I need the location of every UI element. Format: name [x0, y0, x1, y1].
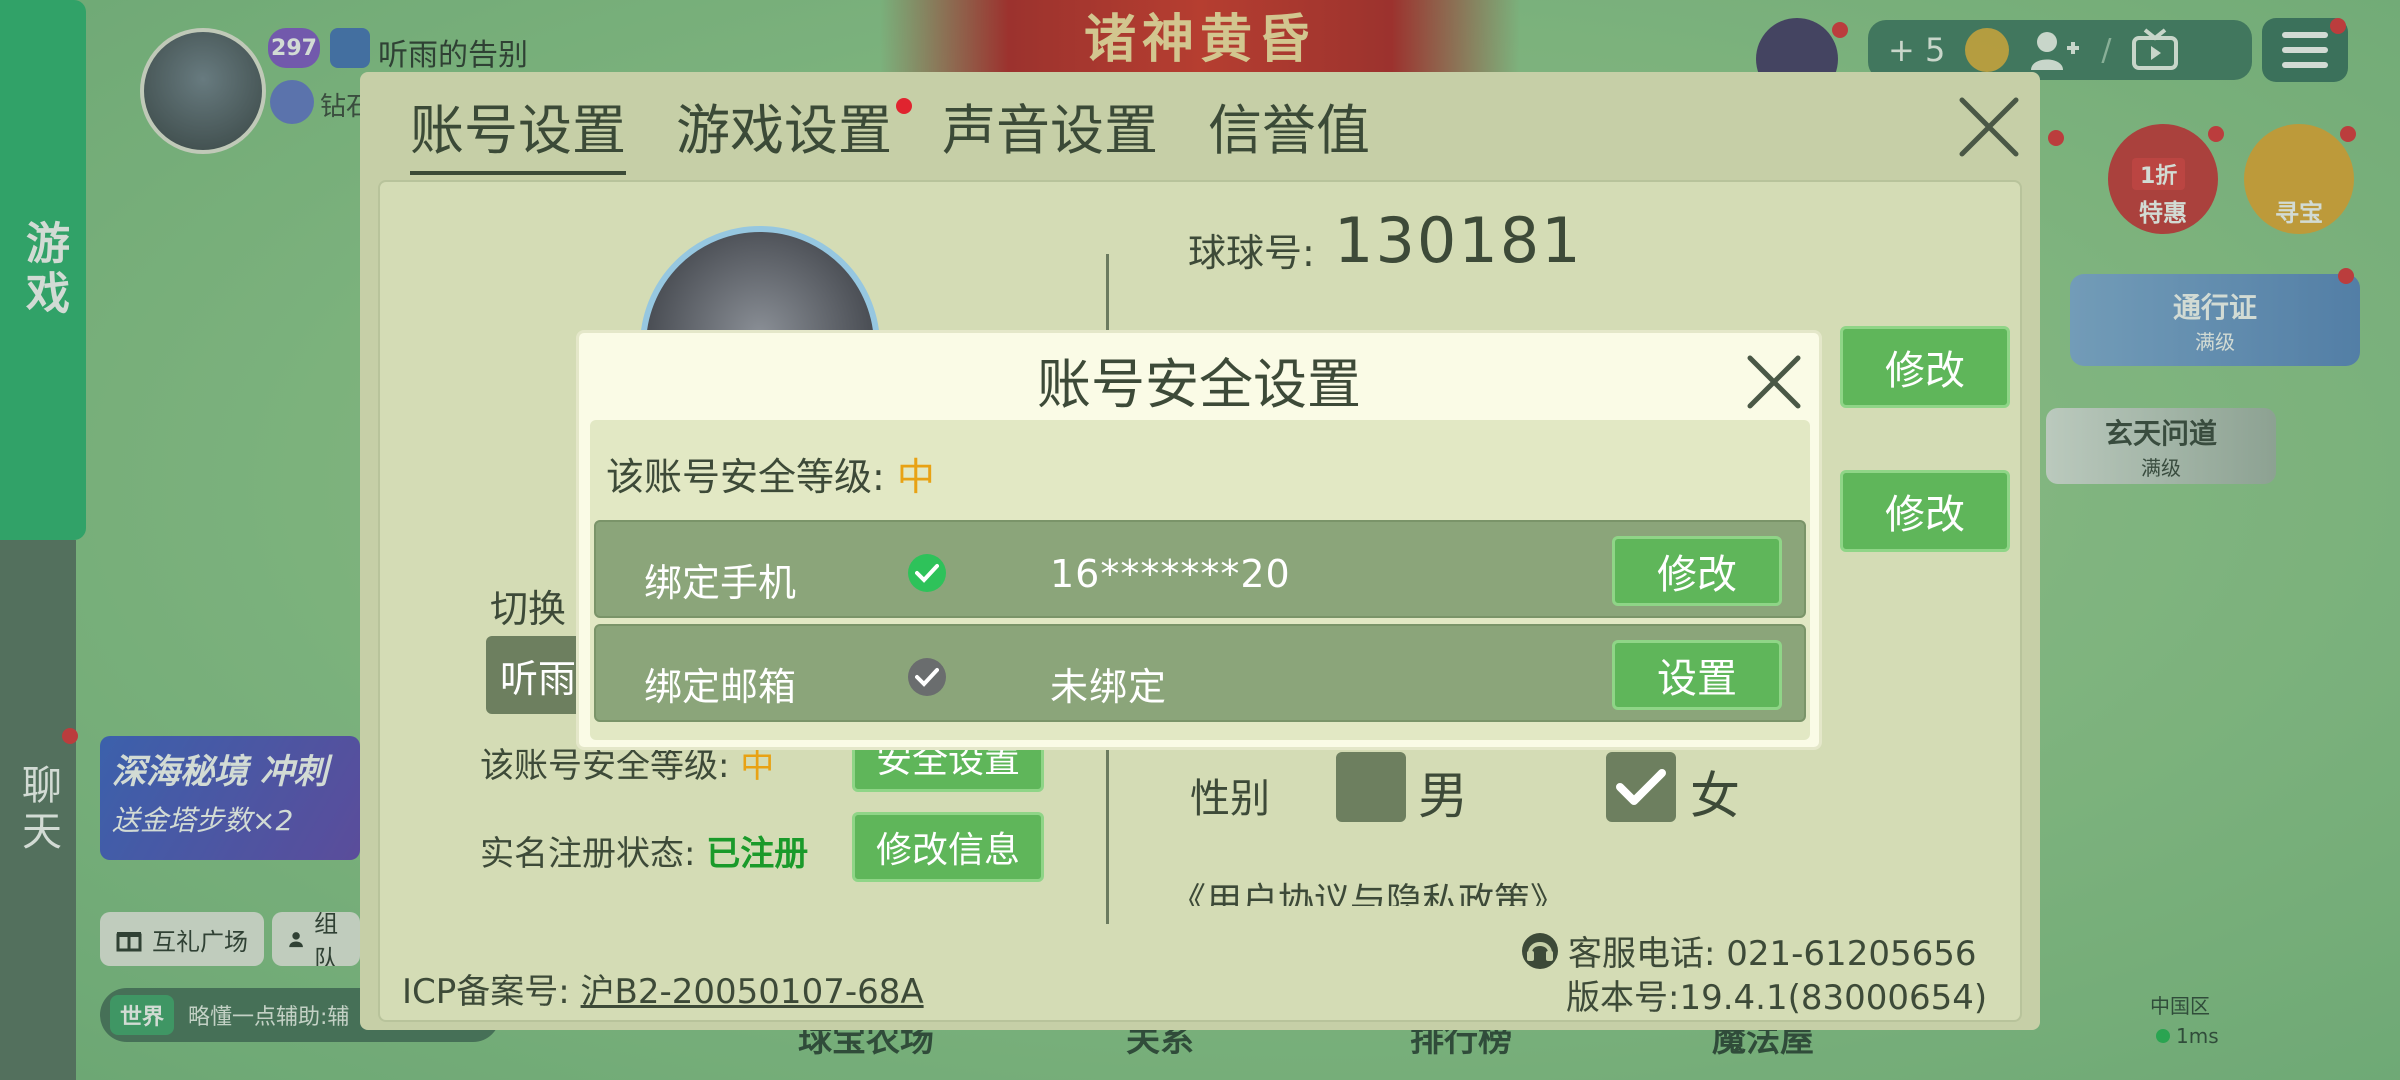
- tab-sound-label: 声音设置: [942, 99, 1158, 162]
- tab-credit-label: 信誉值: [1208, 99, 1370, 162]
- tab-game-label: 游戏设置: [676, 99, 892, 162]
- gender-female-label: 女: [1690, 767, 1740, 825]
- gender-male-label: 男: [1418, 767, 1468, 825]
- gender-label: 性别: [1190, 776, 1270, 822]
- modify-phone-label: 修改: [1657, 552, 1737, 598]
- game-settings-dot: [896, 98, 912, 114]
- customer-service-phone: 客服电话: 021-61205656: [1568, 934, 1977, 974]
- modify-info-label: 修改信息: [875, 830, 1020, 871]
- real-name-line: 实名注册状态: 已注册: [480, 826, 808, 875]
- tab-account-settings[interactable]: 账号设置: [410, 86, 626, 175]
- modify-info-button[interactable]: 修改信息: [852, 812, 1044, 882]
- account-switch-name: 听雨: [500, 656, 577, 701]
- set-email-button[interactable]: 设置: [1612, 640, 1782, 710]
- icp-label: ICP备案号:: [402, 972, 570, 1012]
- dialog-level-value: 中: [896, 455, 935, 499]
- icp-line: ICP备案号: 沪B2-20050107-68A: [402, 964, 924, 1013]
- tab-account-label: 账号设置: [410, 99, 626, 162]
- headset-icon: [1522, 932, 1558, 969]
- email-status: 未绑定: [1050, 665, 1168, 709]
- qq-id-value: 130181: [1334, 204, 1583, 277]
- dialog-security-level: 该账号安全等级: 中: [606, 446, 935, 501]
- tab-game-settings[interactable]: 游戏设置: [676, 86, 912, 175]
- tab-credit[interactable]: 信誉值: [1208, 86, 1370, 175]
- phone-bound-check-icon: [908, 554, 946, 592]
- icp-value[interactable]: 沪B2-20050107-68A: [581, 972, 924, 1012]
- real-name-status: 已注册: [706, 834, 809, 874]
- bind-phone-label: 绑定手机: [644, 561, 797, 605]
- modify-button-2[interactable]: 修改: [1840, 470, 2010, 552]
- security-dialog-title: 账号安全设置: [1037, 353, 1361, 416]
- bind-email-label: 绑定邮箱: [644, 665, 797, 709]
- email-unbound-check-icon: [908, 658, 946, 696]
- settings-tabs: 账号设置 游戏设置 声音设置 信誉值: [410, 86, 1370, 175]
- security-level-value: 中: [740, 746, 775, 786]
- switch-account-label: 切换: [490, 587, 567, 631]
- modify-phone-button[interactable]: 修改: [1612, 536, 1782, 606]
- modify-label-1: 修改: [1885, 348, 1965, 394]
- version-number: 版本号:19.4.1(83000654): [1566, 978, 1988, 1018]
- user-agreement-link[interactable]: 《用户协议与隐私政策》: [1170, 872, 1566, 906]
- check-icon: [1616, 769, 1666, 805]
- qq-id-label: 球球号:: [1188, 231, 1315, 275]
- customer-service-line: 客服电话: 021-61205656: [1520, 926, 1976, 975]
- set-email-label: 设置: [1657, 656, 1737, 702]
- modify-button-1[interactable]: 修改: [1840, 326, 2010, 408]
- gender-male-checkbox[interactable]: [1336, 752, 1406, 822]
- dialog-close-icon[interactable]: [1742, 350, 1806, 414]
- bound-phone-number: 16*******20: [1050, 552, 1291, 596]
- settings-close-icon[interactable]: [1954, 92, 2024, 162]
- gender-female-checkbox[interactable]: [1606, 752, 1676, 822]
- security-level-label: 该账号安全等级:: [480, 746, 730, 786]
- real-name-label: 实名注册状态:: [480, 834, 696, 874]
- dialog-level-label: 该账号安全等级:: [606, 455, 885, 499]
- tab-sound-settings[interactable]: 声音设置: [942, 86, 1158, 175]
- modify-label-2: 修改: [1885, 492, 1965, 538]
